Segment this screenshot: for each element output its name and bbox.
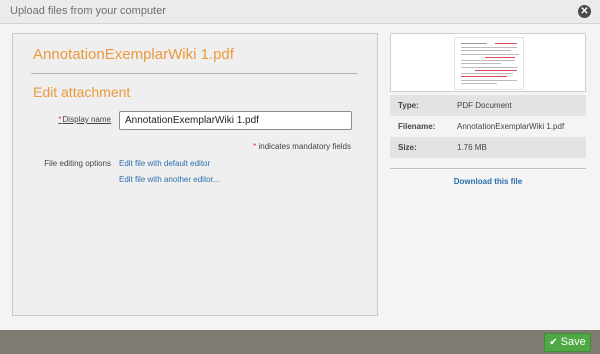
download-file-link[interactable]: Download this file <box>390 177 586 186</box>
mandatory-note-text: indicates mandatory fields <box>256 142 352 151</box>
section-title: Edit attachment <box>33 84 131 100</box>
required-mark: * <box>58 115 62 124</box>
type-value: PDF Document <box>457 101 512 110</box>
filename-label: Filename: <box>398 122 436 131</box>
pdf-thumbnail-icon <box>454 37 524 90</box>
display-name-label-text: Display name <box>62 115 111 124</box>
filename-value: AnnotationExemplarWiki 1.pdf <box>457 122 565 131</box>
type-row: Type: PDF Document <box>390 95 586 116</box>
dialog-footer: ✔ Save <box>0 330 600 354</box>
size-label: Size: <box>398 143 417 152</box>
type-label: Type: <box>398 101 419 110</box>
save-button[interactable]: ✔ Save <box>544 333 591 352</box>
edit-attachment-panel: AnnotationExemplarWiki 1.pdf Edit attach… <box>12 33 378 316</box>
file-editing-options-label: File editing options <box>44 159 111 168</box>
close-icon[interactable]: ✕ <box>578 5 591 18</box>
display-name-input[interactable] <box>119 111 352 130</box>
title-divider <box>31 73 358 74</box>
checkmark-icon: ✔ <box>549 337 558 348</box>
save-label: Save <box>560 336 586 348</box>
edit-default-editor-link[interactable]: Edit file with default editor <box>119 159 210 168</box>
details-divider <box>390 168 586 169</box>
file-preview <box>390 33 586 92</box>
edit-another-editor-link[interactable]: Edit file with another editor... <box>119 175 220 184</box>
size-value: 1.76 MB <box>457 143 487 152</box>
filename-row: Filename: AnnotationExemplarWiki 1.pdf <box>390 116 586 137</box>
display-name-label: *Display name <box>33 115 111 124</box>
dialog-titlebar: Upload files from your computer ✕ <box>0 0 600 24</box>
mandatory-note: * indicates mandatory fields <box>253 142 351 151</box>
file-title: AnnotationExemplarWiki 1.pdf <box>33 46 234 63</box>
size-row: Size: 1.76 MB <box>390 137 586 158</box>
dialog-title: Upload files from your computer <box>10 5 166 17</box>
upload-dialog: Upload files from your computer ✕ Annota… <box>0 0 600 354</box>
